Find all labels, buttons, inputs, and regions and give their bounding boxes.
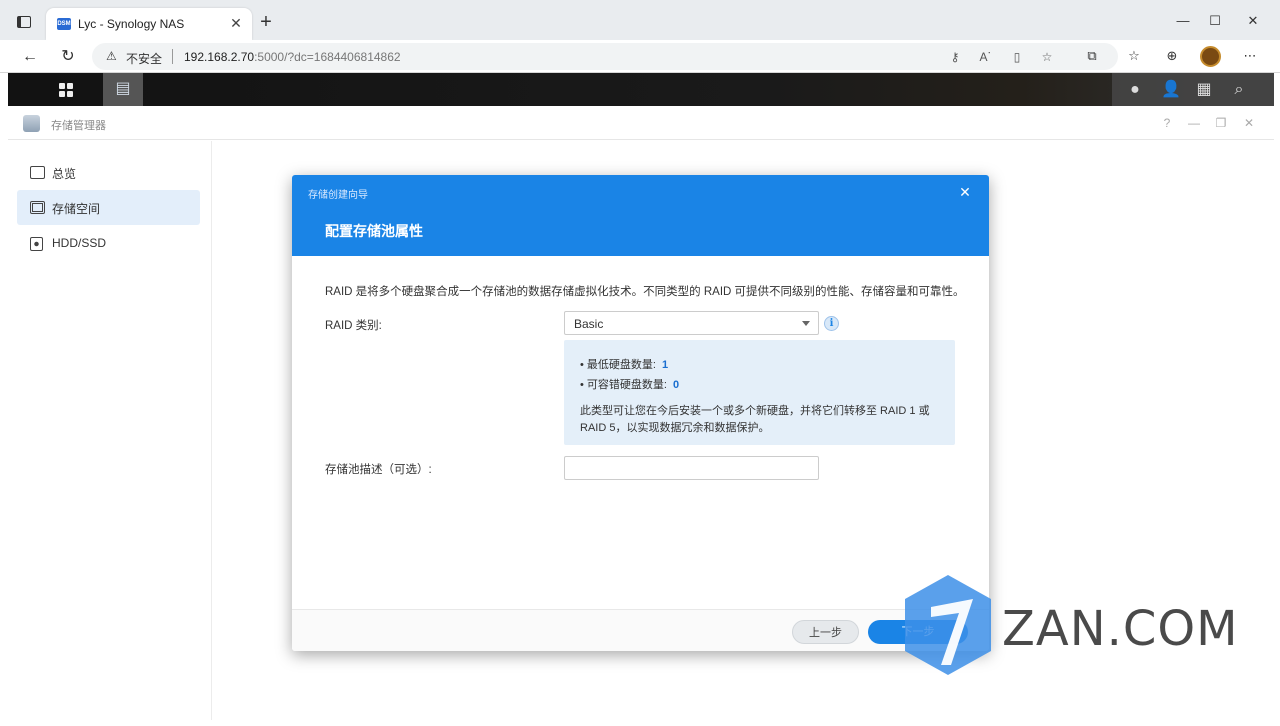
- favorites-icon[interactable]: ☆: [1124, 46, 1144, 66]
- profile-avatar[interactable]: [1200, 46, 1221, 67]
- taskbar-tray: ● 👤 ▦ ⌕: [1112, 73, 1274, 106]
- help-button[interactable]: ?: [1158, 114, 1176, 132]
- storage-wizard-dialog: 存储创建向导 配置存储池属性 ✕ RAID 是将多个硬盘聚合成一个存储池的数据存…: [292, 175, 989, 651]
- tab-close-icon[interactable]: ✕: [228, 14, 244, 32]
- fault-tolerance-value: 0: [672, 379, 680, 391]
- raid-type-value: Basic: [574, 317, 604, 331]
- chevron-down-icon: [802, 321, 810, 326]
- favorite-add-icon[interactable]: ☆: [1038, 48, 1056, 66]
- sidebar-item-storage[interactable]: 存储空间: [17, 190, 200, 225]
- url-field[interactable]: ⚠ 不安全 192.168.2.70:5000/?dc=168440681486…: [92, 43, 1118, 70]
- grid-icon: [67, 91, 73, 97]
- dialog-header: 存储创建向导 配置存储池属性 ✕: [292, 175, 989, 256]
- sidebar-item-label: 总览: [52, 167, 77, 181]
- url-host: 192.168.2.70: [184, 50, 255, 64]
- tab-title: Lyc - Synology NAS: [78, 17, 185, 31]
- reader-view-icon[interactable]: ▯: [1008, 48, 1026, 66]
- app-title: 存储管理器: [51, 120, 106, 132]
- app-close-button[interactable]: ✕: [1240, 114, 1258, 132]
- main-menu-button[interactable]: [48, 73, 88, 106]
- min-disks-row: • 最低硬盘数量: 1: [580, 359, 669, 371]
- disk-icon: [30, 237, 43, 251]
- raid-note-line2: RAID 5，以实现数据冗余和数据保护。: [580, 422, 770, 434]
- raid-type-select[interactable]: Basic: [564, 311, 819, 335]
- fault-tolerance-label: 可容错硬盘数量:: [586, 379, 667, 391]
- browser-tab[interactable]: DSM Lyc - Synology NAS ✕: [46, 8, 252, 40]
- app-restore-button[interactable]: ❐: [1212, 114, 1230, 132]
- info-icon[interactable]: i: [824, 316, 839, 331]
- read-aloud-icon[interactable]: Aᐝ: [976, 48, 994, 66]
- search-icon[interactable]: ⌕: [1229, 80, 1249, 100]
- step-title: 配置存储池属性: [325, 223, 423, 239]
- raid-type-label: RAID 类别:: [325, 320, 382, 332]
- window-minimize-button[interactable]: —: [1168, 10, 1198, 32]
- window-maximize-button[interactable]: ☐: [1200, 10, 1230, 32]
- url-text[interactable]: 192.168.2.70:5000/?dc=1684406814862: [184, 50, 401, 64]
- collections-icon[interactable]: ⊕: [1162, 46, 1182, 66]
- watermark-logo-icon: [905, 575, 991, 675]
- app-minimize-button[interactable]: —: [1185, 114, 1203, 132]
- new-tab-button[interactable]: +: [256, 12, 276, 33]
- storage-manager-taskbar-button[interactable]: ▤: [103, 73, 143, 106]
- dialog-footer: 上一步 下一步: [292, 609, 989, 651]
- raid-info-box: • 最低硬盘数量: 1 • 可容错硬盘数量: 0 此类型可让您在今后安装一个或多个新…: [564, 340, 955, 445]
- fault-tolerance-row: • 可容错硬盘数量: 0: [580, 379, 680, 391]
- chat-icon[interactable]: ●: [1125, 80, 1145, 100]
- back-button[interactable]: ←: [17, 44, 43, 70]
- dsm-taskbar: ▤ ● 👤 ▦ ⌕: [8, 73, 1274, 106]
- browser-titlebar: DSM Lyc - Synology NAS ✕ + — ☐ ✕: [0, 0, 1280, 40]
- extensions-icon[interactable]: ⧉: [1082, 46, 1102, 66]
- storage-icon: [30, 201, 45, 214]
- url-separator: [172, 49, 173, 64]
- url-path: :5000/?dc=1684406814862: [254, 50, 401, 64]
- dsm-favicon-icon: DSM: [57, 18, 71, 30]
- sidebar-item-hdd-ssd[interactable]: HDD/SSD: [17, 226, 200, 261]
- sidebar-item-overview[interactable]: 总览: [17, 155, 200, 190]
- min-disks-label: 最低硬盘数量:: [586, 359, 656, 371]
- overview-icon: [30, 166, 45, 179]
- storage-manager-icon: [23, 115, 40, 132]
- raid-note-line1: 此类型可让您在今后安装一个或多个新硬盘，并将它们转移至 RAID 1 或: [580, 405, 930, 417]
- app-header: 存储管理器 ? — ❐ ✕: [8, 106, 1274, 140]
- security-label[interactable]: 不安全: [126, 50, 162, 67]
- pool-description-input[interactable]: [564, 456, 819, 480]
- grid-icon: [67, 83, 73, 89]
- sidebar: 总览 存储空间 HDD/SSD: [8, 141, 212, 720]
- min-disks-value: 1: [661, 359, 669, 371]
- wizard-title: 存储创建向导: [308, 190, 368, 201]
- watermark-text: ZAN.COM: [1002, 601, 1239, 657]
- dialog-close-icon[interactable]: ✕: [956, 183, 974, 201]
- reload-button[interactable]: ↻: [55, 44, 81, 70]
- warning-icon[interactable]: ⚠: [106, 49, 117, 63]
- user-icon[interactable]: 👤: [1161, 80, 1181, 100]
- more-menu-icon[interactable]: ⋯: [1240, 46, 1260, 66]
- sidebar-item-label: HDD/SSD: [52, 236, 107, 250]
- address-bar: ← ↻ ⚠ 不安全 192.168.2.70:5000/?dc=16844068…: [0, 40, 1280, 73]
- grid-icon: [59, 91, 65, 97]
- storage-manager-icon: ▤: [115, 80, 131, 97]
- tab-actions-icon[interactable]: [17, 16, 31, 28]
- grid-icon: [59, 83, 65, 89]
- key-icon[interactable]: ⚷: [946, 48, 964, 66]
- widgets-icon[interactable]: ▦: [1194, 80, 1214, 100]
- sidebar-item-label: 存储空间: [52, 202, 101, 216]
- prev-button[interactable]: 上一步: [792, 620, 859, 644]
- watermark: ZAN.COM: [900, 573, 1278, 683]
- raid-intro-text: RAID 是将多个硬盘聚合成一个存储池的数据存储虚拟化技术。不同类型的 RAID…: [325, 286, 965, 298]
- window-close-button[interactable]: ✕: [1238, 10, 1268, 32]
- pool-description-label: 存储池描述（可选）:: [325, 464, 432, 476]
